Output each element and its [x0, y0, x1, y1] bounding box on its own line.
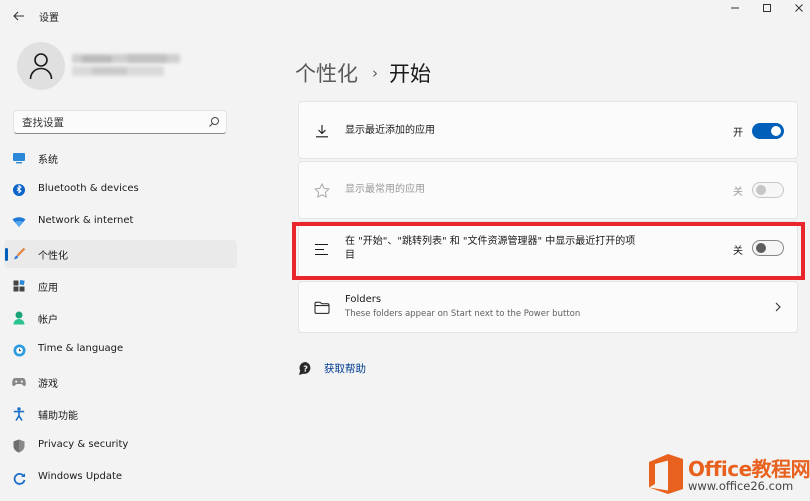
sidebar-item-time-language[interactable]: Time & language [4, 336, 237, 364]
sidebar-item-privacy[interactable]: Privacy & security [4, 432, 237, 460]
setting-label: 显示最近添加的应用 [345, 125, 435, 136]
sidebar-item-system[interactable]: 系统 [4, 144, 237, 172]
close-button[interactable] [784, 0, 810, 16]
sidebar-item-label: Network & internet [38, 215, 134, 226]
profile-name-blurred [72, 54, 180, 76]
update-icon [12, 471, 26, 485]
sidebar-item-network[interactable]: Network & internet [4, 208, 237, 236]
chevron-right-icon [775, 302, 781, 312]
account-icon [12, 311, 26, 325]
toggle-state-text: 开 [733, 128, 743, 139]
folder-icon [313, 298, 331, 316]
setting-folders[interactable]: Folders These folders appear on Start ne… [298, 281, 798, 333]
sidebar-item-bluetooth[interactable]: Bluetooth & devices [4, 176, 237, 204]
search-box[interactable] [13, 110, 227, 134]
toggle-state-text: 关 [733, 246, 743, 257]
star-icon [313, 181, 331, 199]
breadcrumb-separator: › [372, 64, 378, 82]
close-icon [795, 4, 803, 12]
arrow-left-icon [13, 11, 24, 21]
setting-label: Folders [345, 294, 382, 305]
sidebar-item-label: 游戏 [38, 379, 58, 390]
brush-icon [12, 247, 26, 261]
person-icon [29, 53, 53, 80]
sidebar-item-apps[interactable]: 应用 [4, 272, 237, 300]
setting-label: 在 "开始"、"跳转列表" 和 "文件资源管理器" 中显示最近打开的项目 [345, 236, 636, 261]
title-bar: 设置 [0, 0, 810, 32]
accessibility-icon [12, 407, 26, 421]
avatar[interactable] [17, 42, 65, 90]
sidebar-item-personalization[interactable]: 个性化 [4, 240, 237, 268]
toggle-knob [771, 126, 781, 136]
watermark-url: www.office26.com [688, 479, 794, 493]
search-icon [209, 117, 219, 127]
setting-recent-items: 在 "开始"、"跳转列表" 和 "文件资源管理器" 中显示最近打开的项目 关 [298, 221, 798, 279]
page-title: 开始 [389, 62, 431, 86]
sidebar-item-label: Time & language [38, 343, 124, 354]
sidebar-item-label: Bluetooth & devices [38, 183, 139, 194]
minimize-icon [731, 7, 739, 9]
apps-icon [12, 279, 26, 293]
toggle-knob [756, 185, 766, 195]
toggle-state-text: 关 [733, 187, 743, 198]
display-icon [12, 151, 26, 165]
get-help[interactable]: ? 获取帮助 [297, 360, 366, 376]
svg-text:?: ? [303, 364, 308, 373]
sidebar-item-accessibility[interactable]: 辅助功能 [4, 400, 237, 428]
bluetooth-icon [12, 183, 26, 197]
setting-most-used-apps: 显示最常用的应用 关 [298, 161, 798, 219]
download-icon [313, 122, 331, 140]
globe-clock-icon [12, 343, 26, 357]
breadcrumb: 个性化 › 开始 [295, 58, 431, 88]
setting-recent-apps: 显示最近添加的应用 开 [298, 101, 798, 159]
window-title: 设置 [39, 13, 59, 24]
breadcrumb-parent[interactable]: 个性化 [295, 58, 358, 88]
setting-description: These folders appear on Start next to th… [345, 309, 581, 319]
help-chat-icon: ? [297, 360, 313, 376]
sidebar-item-label: 帐户 [38, 315, 58, 326]
minimize-button[interactable] [720, 0, 750, 16]
recent-items-toggle[interactable] [752, 240, 784, 256]
wifi-icon [12, 215, 26, 229]
maximize-icon [763, 4, 771, 12]
get-help-link[interactable]: 获取帮助 [324, 361, 366, 376]
sidebar-item-accounts[interactable]: 帐户 [4, 304, 237, 332]
office-logo-icon [649, 454, 683, 494]
sidebar-item-label: 个性化 [38, 251, 68, 262]
search-input[interactable] [22, 115, 202, 130]
watermark: Office教程网 www.office26.com [644, 449, 810, 501]
maximize-button[interactable] [752, 0, 782, 16]
toggle-knob [756, 243, 766, 253]
recent-apps-toggle[interactable] [752, 123, 784, 139]
watermark-brand: Office教程网 [688, 457, 810, 481]
sidebar-item-label: 系统 [38, 155, 58, 166]
sidebar-item-label: Windows Update [38, 471, 123, 482]
most-used-apps-toggle[interactable] [752, 182, 784, 198]
sidebar-item-label: Privacy & security [38, 439, 129, 450]
list-icon [313, 240, 331, 258]
shield-icon [12, 439, 26, 453]
gamepad-icon [12, 375, 26, 389]
setting-label: 显示最常用的应用 [345, 184, 425, 195]
sidebar-item-label: 辅助功能 [38, 411, 78, 422]
active-indicator [5, 248, 8, 261]
sidebar-item-label: 应用 [38, 283, 58, 294]
sidebar-item-gaming[interactable]: 游戏 [4, 368, 237, 396]
sidebar-item-windows-update[interactable]: Windows Update [4, 464, 237, 492]
back-button[interactable] [8, 6, 30, 26]
